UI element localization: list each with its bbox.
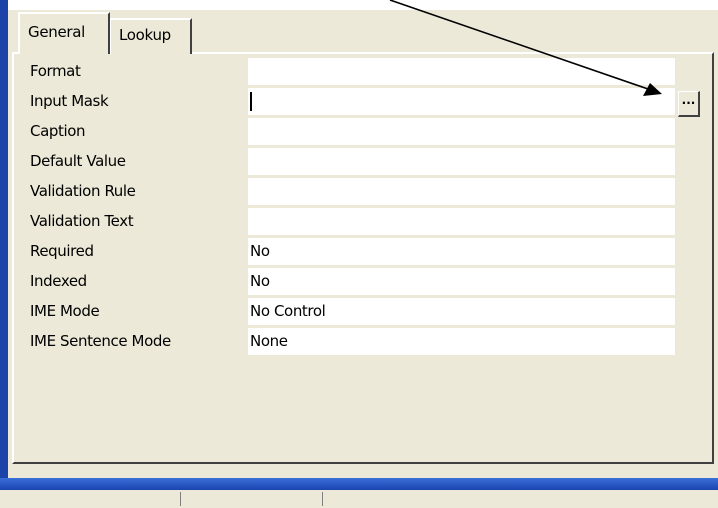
annotation-arrow-icon — [389, 0, 662, 96]
